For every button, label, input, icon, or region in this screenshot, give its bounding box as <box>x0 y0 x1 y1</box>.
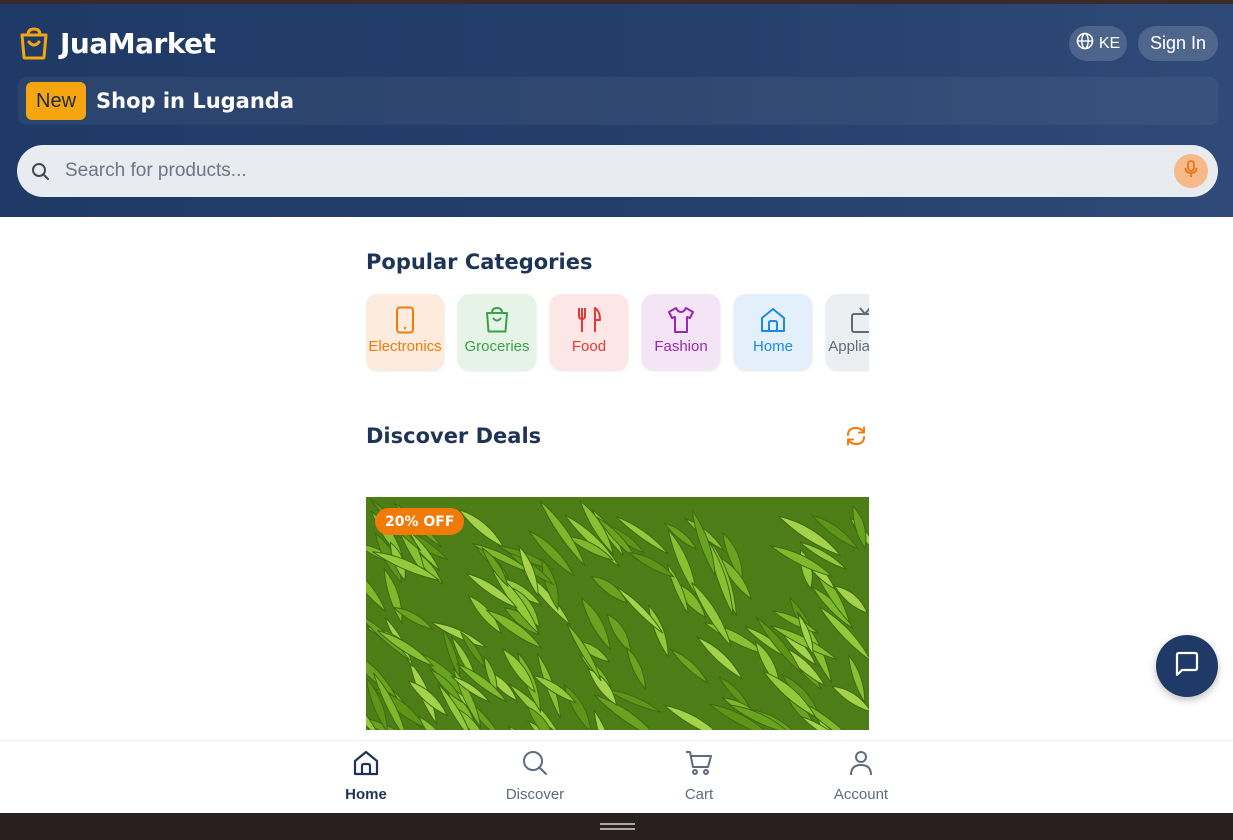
nav-label: Discover <box>505 786 565 803</box>
promo-banner[interactable]: New Shop in Luganda <box>18 77 1218 125</box>
nav-label: Home <box>345 786 387 803</box>
shirt-icon <box>667 305 695 335</box>
category-label: Groceries <box>464 338 530 355</box>
category-label: Fashion <box>654 338 708 355</box>
promo-text: Shop in Luganda <box>96 89 295 113</box>
brand-logo[interactable]: JuaMarket <box>18 26 216 60</box>
category-electronics[interactable]: Electronics <box>366 294 444 370</box>
home-icon <box>352 749 380 782</box>
bottom-navigation: Home Discover Cart Account <box>0 740 1233 813</box>
home-icon <box>759 305 787 335</box>
discount-badge: 20% OFF <box>375 508 465 535</box>
category-label: Appliances <box>828 338 869 355</box>
globe-icon <box>1076 32 1094 55</box>
refresh-icon[interactable] <box>844 424 868 453</box>
chat-icon <box>1173 650 1201 683</box>
voice-search-button[interactable] <box>1174 154 1208 188</box>
promo-badge: New <box>26 82 87 120</box>
utensils-icon <box>576 305 602 335</box>
search-icon <box>31 162 50 186</box>
tv-icon <box>850 305 869 335</box>
category-label: Electronics <box>368 338 442 355</box>
category-appliances[interactable]: Appliances <box>826 294 869 370</box>
microphone-icon <box>1184 159 1198 183</box>
drag-handle-icon[interactable] <box>600 823 635 830</box>
language-code: KE <box>1098 34 1121 52</box>
category-label: Food <box>571 338 607 355</box>
app-header: JuaMarket KE Sign In New Shop in Luganda <box>0 4 1233 217</box>
phone-icon <box>395 305 415 335</box>
category-groceries[interactable]: Groceries <box>458 294 536 370</box>
deals-title: Discover Deals <box>366 424 542 448</box>
category-fashion[interactable]: Fashion <box>642 294 720 370</box>
category-label: Home <box>752 338 793 355</box>
search-bar <box>17 145 1218 197</box>
nav-discover[interactable]: Discover <box>485 749 585 803</box>
chat-button[interactable] <box>1156 635 1218 697</box>
user-icon <box>847 749 875 782</box>
sign-in-button[interactable]: Sign In <box>1138 26 1218 61</box>
brand-name: JuaMarket <box>60 26 216 60</box>
search-icon <box>521 749 549 782</box>
shopping-bag-icon <box>18 26 50 60</box>
category-food[interactable]: Food <box>550 294 628 370</box>
system-bar <box>0 813 1233 840</box>
shopping-bag-icon <box>484 305 510 335</box>
category-home[interactable]: Home <box>734 294 812 370</box>
search-input[interactable] <box>65 155 1165 187</box>
nav-label: Cart <box>684 786 714 803</box>
deal-card[interactable]: 20% OFF <box>366 497 869 730</box>
language-button[interactable]: KE <box>1069 26 1127 61</box>
cart-icon <box>684 749 714 782</box>
nav-label: Account <box>833 786 889 803</box>
nav-account[interactable]: Account <box>811 749 911 811</box>
nav-home[interactable]: Home <box>316 749 416 803</box>
nav-cart[interactable]: Cart <box>649 749 749 803</box>
category-list: Electronics Groceries Food Fashion Home <box>366 294 869 372</box>
categories-title: Popular Categories <box>366 250 593 274</box>
